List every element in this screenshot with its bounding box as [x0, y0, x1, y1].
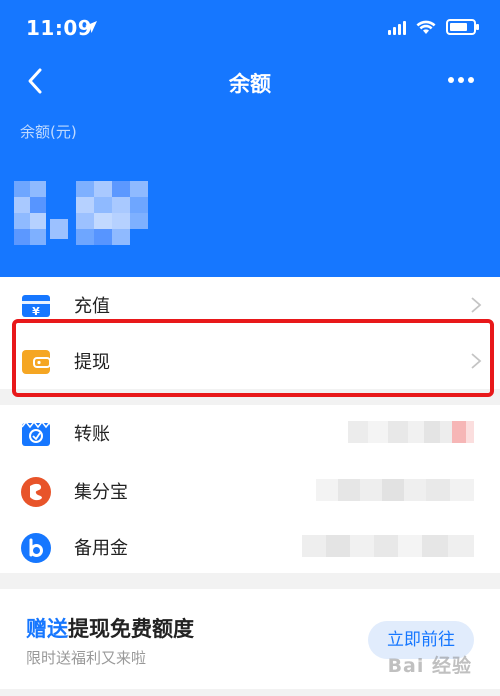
transfer-icon — [21, 420, 51, 446]
promo-title-accent: 赠送 — [26, 617, 68, 641]
recharge-icon: ¥ — [22, 295, 50, 318]
promo-subtitle: 限时送福利又来啦 — [26, 649, 147, 667]
page-title: 余额 — [229, 72, 271, 96]
list-item-transfer[interactable]: 转账 — [0, 405, 500, 461]
list-item-reserve-fund[interactable]: 备用金 — [0, 519, 500, 575]
list-group-funds: ¥ 充值 提现 — [0, 277, 500, 389]
balance-amount-blurred — [14, 181, 148, 245]
balance-label: 余额(元) — [20, 123, 77, 141]
list-item-label: 转账 — [74, 424, 110, 445]
list-item-label: 充值 — [74, 296, 110, 317]
svg-text:¥: ¥ — [32, 305, 40, 318]
promo-title-rest: 提现免费额度 — [68, 617, 194, 641]
signal-icon — [388, 19, 406, 35]
location-arrow-icon — [85, 21, 97, 33]
blurred-detail — [348, 421, 474, 443]
reserve-fund-icon — [21, 533, 51, 563]
status-bar: 11:09 — [0, 0, 500, 60]
list-item-recharge[interactable]: ¥ 充值 — [0, 277, 500, 333]
list-item-withdraw[interactable]: 提现 — [0, 333, 500, 389]
points-icon — [21, 477, 51, 507]
wallet-icon — [22, 350, 51, 374]
more-options-icon[interactable] — [444, 70, 478, 90]
chevron-right-icon — [471, 353, 482, 369]
nav-bar: 余额 — [0, 58, 500, 108]
list-group-services: 转账 集分宝 备用金 — [0, 405, 500, 573]
balance-header: 11:09 余额 余额(元) — [0, 0, 500, 277]
battery-icon — [446, 19, 479, 35]
list-item-label: 集分宝 — [74, 482, 128, 503]
blurred-detail — [316, 479, 474, 501]
status-icons — [388, 19, 479, 35]
blurred-detail — [302, 535, 474, 557]
list-item-label: 提现 — [74, 352, 110, 373]
promo-title: 赠送提现免费额度 — [26, 613, 194, 643]
status-time: 11:09 — [26, 16, 93, 40]
wifi-icon — [416, 20, 436, 34]
chevron-right-icon — [471, 297, 482, 313]
list-item-label: 备用金 — [74, 538, 128, 559]
watermark: Bai 经验 — [387, 655, 472, 677]
list-item-points[interactable]: 集分宝 — [0, 463, 500, 519]
